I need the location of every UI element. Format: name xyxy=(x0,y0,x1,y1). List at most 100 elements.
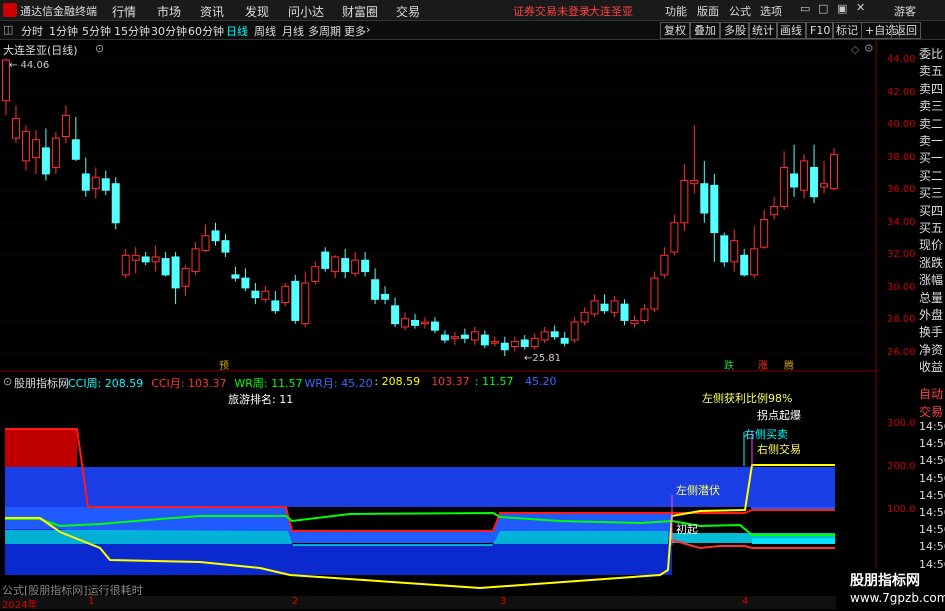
candle-body xyxy=(710,184,719,234)
high-price-label: ← 44.06 xyxy=(9,60,49,71)
candle-body xyxy=(540,331,549,341)
quote-field-label: 买一 xyxy=(919,151,944,166)
annotation-start: 初起 xyxy=(676,522,698,536)
candle-body xyxy=(790,173,799,188)
legend-item: WR周: 11.57 xyxy=(234,377,303,390)
candle-body xyxy=(21,131,30,162)
candle-body xyxy=(141,256,150,263)
candle-body xyxy=(770,206,779,216)
date-tick: 3 xyxy=(500,596,507,607)
quote-field-label: 外盘 xyxy=(919,308,944,322)
candle-body xyxy=(450,336,459,339)
legend-item: CCI月: 103.37 xyxy=(151,377,227,390)
candle-body xyxy=(321,251,330,269)
back-button[interactable]: 返回 xyxy=(891,22,921,39)
legend-item: 45.20 xyxy=(525,375,557,388)
candle-body xyxy=(211,230,220,242)
candle-body xyxy=(191,248,200,273)
candle-body xyxy=(810,166,819,198)
candle-body xyxy=(600,303,609,312)
time-tick: 14:56 xyxy=(919,540,945,554)
candle-body xyxy=(401,318,410,328)
chart-canvas[interactable]: ← 44.06 ←25.81 预 跌 涨 腾 左侧获利比例98% 拐点起爆 右侧… xyxy=(0,0,877,596)
auto-trade-label[interactable]: 自动 xyxy=(919,385,943,402)
marker-die: 跌 xyxy=(724,359,734,372)
auto-trade-label[interactable]: 交易 xyxy=(919,403,943,420)
quote-field-label: 涨幅 xyxy=(919,273,944,288)
watermark-title: 股朋指标网 xyxy=(850,573,920,589)
watermark-url: www.7gpzb.com xyxy=(850,591,945,605)
candle-body xyxy=(151,256,160,263)
quote-field-label: 买五 xyxy=(919,221,944,235)
marker-yu: 预 xyxy=(219,360,229,372)
date-tick: 2 xyxy=(292,596,299,607)
indicator-area: 左侧获利比例98% 拐点起爆 右侧买卖 右侧交易 左侧潜伏 初起 旅游排名: 1… xyxy=(5,391,835,590)
candle-body xyxy=(630,319,639,325)
legend-item: 103.37 xyxy=(431,375,470,388)
candle-body xyxy=(610,300,619,313)
candle-body xyxy=(351,259,360,274)
candle-body xyxy=(161,258,170,276)
candle-body xyxy=(820,183,829,188)
time-tick: 14:56 xyxy=(919,506,945,519)
candle-body xyxy=(560,337,569,344)
price-tick: 38.00 xyxy=(887,151,916,163)
annotation-right-buy: 右侧买卖 xyxy=(744,427,788,441)
candle-body xyxy=(31,139,40,159)
time-tick: 14:56 xyxy=(919,471,945,485)
candle-body xyxy=(11,118,20,139)
candle-body xyxy=(830,153,838,190)
candle-body xyxy=(690,179,699,185)
quote-field-label: 买四 xyxy=(919,203,944,218)
candle-body xyxy=(530,337,539,347)
indicator-tick: 100.0 xyxy=(887,504,916,515)
quote-field-label: 卖四 xyxy=(919,81,944,96)
candle-body xyxy=(470,331,479,341)
candle-body xyxy=(271,300,280,312)
candle-body xyxy=(91,176,100,190)
candle-body xyxy=(550,331,559,338)
candle-body xyxy=(740,254,749,276)
price-tick: 34.00 xyxy=(887,216,916,228)
price-tick: 44.00 xyxy=(887,54,916,65)
annotation-left-profit: 左侧获利比例98% xyxy=(702,391,792,405)
candle-body xyxy=(41,147,50,175)
candle-body xyxy=(81,173,90,191)
candle-body xyxy=(510,341,519,347)
candle-body xyxy=(111,183,120,224)
candle-body xyxy=(341,258,350,273)
quote-field-label: 涨跌 xyxy=(919,255,944,270)
candle-body xyxy=(670,222,679,253)
candle-body xyxy=(750,248,759,276)
quote-field-label: 买三 xyxy=(919,186,944,201)
candle-body xyxy=(281,285,290,304)
quote-field-label: 委比 xyxy=(919,47,944,61)
candle-body xyxy=(430,321,439,331)
indicator-toggle-icon[interactable]: ⊙ xyxy=(3,375,12,388)
indicator-name[interactable]: 股朋指标网 xyxy=(14,375,69,391)
legend-item: CCI周: 208.59 xyxy=(68,377,144,390)
indicator-tick: 200.0 xyxy=(887,461,916,472)
candle-body xyxy=(221,240,230,253)
candle-body xyxy=(720,235,729,263)
time-tick: 14:56 xyxy=(919,488,945,502)
guest-label[interactable]: 游客 xyxy=(894,3,916,19)
candle-body xyxy=(760,219,769,248)
annotation-right-trade: 右侧交易 xyxy=(757,442,801,456)
candle-body xyxy=(371,279,380,300)
candle-body xyxy=(730,240,739,263)
date-axis: 2024年 1 2 3 4 xyxy=(0,596,877,611)
candle-body xyxy=(580,311,589,323)
candle-body xyxy=(291,280,300,321)
candle-body xyxy=(231,274,240,279)
quote-field-label: 买二 xyxy=(919,168,944,183)
candle-body xyxy=(71,139,80,160)
quote-field-label: 现价 xyxy=(919,238,944,253)
quote-field-label: 收益 xyxy=(919,360,944,375)
legend-item: WR月: 45.20 xyxy=(304,377,373,390)
legend-item: : 11.57 xyxy=(474,375,514,388)
quote-field-label: 净资 xyxy=(919,342,944,357)
watermark: 股朋指标网 www.7gpzb.com xyxy=(836,568,945,609)
price-tick: 40.00 xyxy=(887,119,916,131)
candle-body xyxy=(381,293,390,300)
